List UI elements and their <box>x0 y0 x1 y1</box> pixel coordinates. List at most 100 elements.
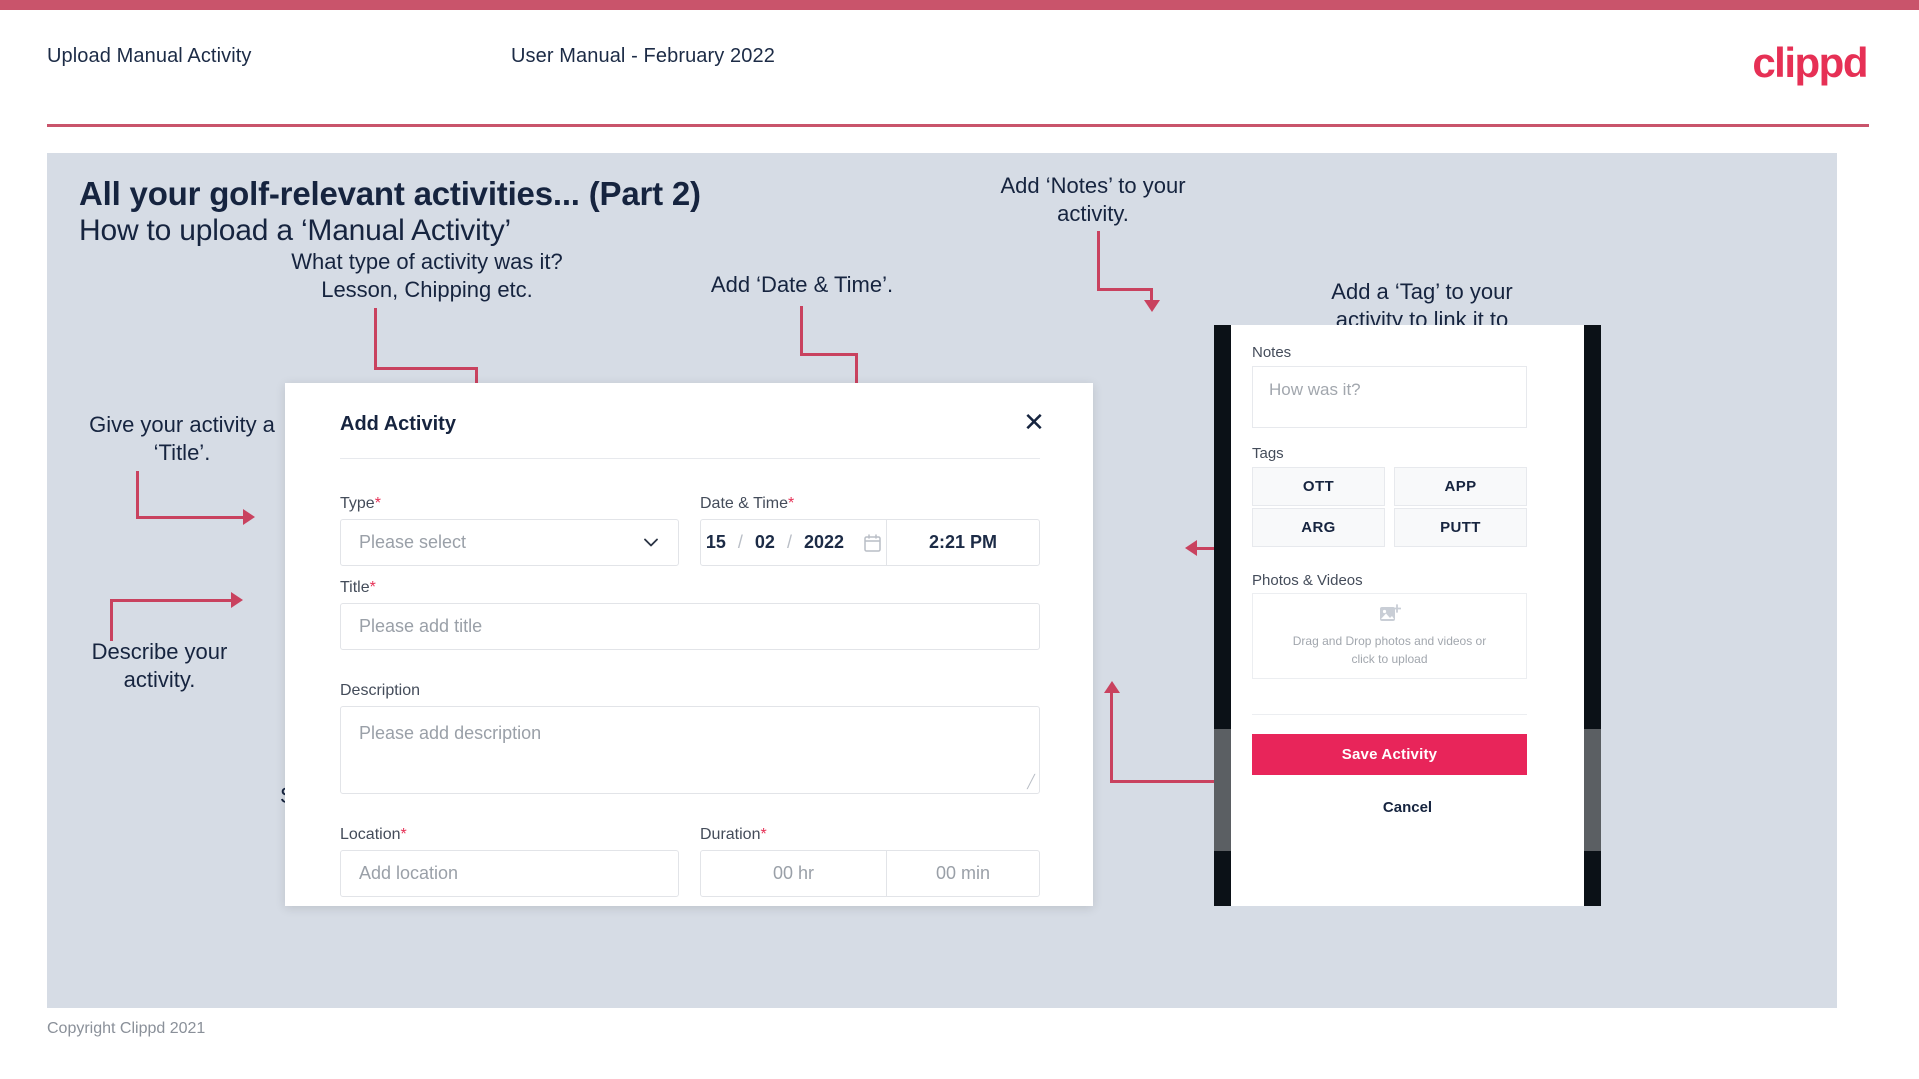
duration-minutes-placeholder: 00 min <box>935 863 990 883</box>
date-month: 02 <box>754 532 775 552</box>
dialog-title: Add Activity <box>340 413 456 435</box>
annotation-description: Describe your activity. <box>91 639 228 693</box>
tag-label-app: APP <box>1444 478 1477 495</box>
location-input[interactable]: Add location <box>340 850 679 897</box>
title-field-label: Title* <box>340 579 376 597</box>
duration-hours-placeholder: 00 hr <box>772 863 814 883</box>
save-activity-label: Save Activity <box>1341 746 1438 763</box>
time-value: 2:21 PM <box>928 532 997 552</box>
phone-screen: Notes How was it? Tags OTT APP ARG PUTT … <box>1231 325 1584 906</box>
connector-type-h <box>374 367 478 370</box>
date-sep-1: / <box>737 532 743 552</box>
datetime-group: 15 / 02 / 2022 2:21 PM <box>700 519 1040 566</box>
date-year: 2022 <box>803 532 845 552</box>
connector-notes-v1 <box>1097 231 1100 291</box>
arrow-upload <box>1185 540 1197 556</box>
annotation-datetime: Add ‘Date & Time’. <box>710 272 894 297</box>
notes-textarea[interactable]: How was it? <box>1252 366 1527 428</box>
add-image-icon <box>1379 604 1401 621</box>
tag-button-arg[interactable]: ARG <box>1252 508 1385 547</box>
connector-notes-h <box>1097 288 1153 291</box>
type-select-placeholder: Please select <box>359 532 467 552</box>
location-required-mark: * <box>400 826 407 843</box>
tag-button-app[interactable]: APP <box>1394 467 1527 506</box>
dropzone-text: Drag and Drop photos and videos or click… <box>1293 632 1486 668</box>
add-activity-dialog: Add Activity ✕ Type* Please select Date … <box>285 383 1093 906</box>
title-input[interactable]: Please add title <box>340 603 1040 650</box>
phone-mockup: Notes How was it? Tags OTT APP ARG PUTT … <box>1214 325 1601 906</box>
copyright-footer: Copyright Clippd 2021 <box>47 1020 206 1037</box>
location-placeholder: Add location <box>359 863 459 883</box>
title-label-text: Title <box>340 579 370 596</box>
date-day: 15 <box>705 532 726 552</box>
arrow-title <box>243 509 255 525</box>
connector-type-v1 <box>374 308 377 370</box>
arrow-save-cancel <box>1104 681 1120 693</box>
duration-group: 00 hr 00 min <box>700 850 1040 897</box>
description-label-text: Description <box>340 682 421 699</box>
header-divider <box>47 124 1869 127</box>
tag-label-ott: OTT <box>1302 478 1335 495</box>
calendar-icon[interactable] <box>864 533 881 552</box>
photo-dropzone[interactable]: Drag and Drop photos and videos or click… <box>1252 593 1527 679</box>
clippd-logo: clippd <box>1752 39 1868 86</box>
time-input[interactable]: 2:21 PM <box>887 520 1039 565</box>
dropzone-text-line1: Drag and Drop photos and videos or <box>1292 634 1487 648</box>
annotation-title: Give your activity a ‘Title’. <box>89 412 275 466</box>
duration-field-label: Duration* <box>700 826 767 844</box>
photos-videos-label: Photos & Videos <box>1252 572 1363 589</box>
page-subtitle: How to upload a ‘Manual Activity’ <box>79 214 511 247</box>
notes-placeholder: How was it? <box>1269 380 1361 399</box>
connector-desc-v <box>110 599 113 641</box>
connector-sc-v <box>1110 693 1113 783</box>
close-icon[interactable]: ✕ <box>1021 409 1047 435</box>
top-accent-bar <box>0 0 1919 10</box>
location-label-text: Location <box>340 826 401 843</box>
description-field-label: Description <box>340 682 420 700</box>
connector-desc-h <box>110 599 234 602</box>
connector-title-v <box>136 471 139 519</box>
annotation-notes: Add ‘Notes’ to your activity. <box>1000 173 1186 227</box>
description-textarea[interactable]: Please add description ╱ <box>340 706 1040 794</box>
phone-button-right <box>1584 729 1601 851</box>
tags-label: Tags <box>1252 445 1284 462</box>
resize-grip-icon[interactable]: ╱ <box>1027 774 1035 790</box>
header-manual-title: User Manual - February 2022 <box>511 45 775 67</box>
date-input[interactable]: 15 / 02 / 2022 <box>701 520 886 565</box>
tag-button-putt[interactable]: PUTT <box>1394 508 1527 547</box>
cancel-button[interactable]: Cancel <box>1231 799 1584 816</box>
date-sep-2: / <box>786 532 792 552</box>
type-field-label: Type* <box>340 495 381 513</box>
type-label-text: Type <box>340 495 375 512</box>
dropzone-text-line2: click to upload <box>1351 652 1428 666</box>
dialog-divider <box>340 458 1040 459</box>
notes-label: Notes <box>1252 344 1292 361</box>
phone-divider <box>1252 714 1527 715</box>
connector-dt-v1 <box>800 306 803 356</box>
save-activity-button[interactable]: Save Activity <box>1252 734 1527 775</box>
annotation-type: What type of activity was it? Lesson, Ch… <box>291 249 563 303</box>
datetime-field-label: Date & Time* <box>700 495 794 513</box>
duration-minutes-input[interactable]: 00 min <box>887 851 1039 896</box>
arrow-description <box>231 592 243 608</box>
chevron-down-icon <box>644 538 658 546</box>
duration-label-text: Duration <box>700 826 761 843</box>
title-input-placeholder: Please add title <box>359 616 483 636</box>
type-required-mark: * <box>374 495 381 512</box>
tag-button-ott[interactable]: OTT <box>1252 467 1385 506</box>
description-placeholder: Please add description <box>359 723 542 743</box>
title-required-mark: * <box>369 579 376 596</box>
location-field-label: Location* <box>340 826 407 844</box>
phone-button-left <box>1214 729 1231 851</box>
duration-hours-input[interactable]: 00 hr <box>701 851 886 896</box>
type-select[interactable]: Please select <box>340 519 679 566</box>
connector-dt-h <box>800 353 858 356</box>
tag-label-putt: PUTT <box>1440 519 1481 536</box>
connector-title-h <box>136 516 246 519</box>
cancel-label: Cancel <box>1382 799 1433 816</box>
header-doc-title: Upload Manual Activity <box>47 45 252 67</box>
tag-label-arg: ARG <box>1301 519 1336 536</box>
datetime-label-text: Date & Time <box>700 495 789 512</box>
datetime-required-mark: * <box>788 495 795 512</box>
duration-required-mark: * <box>760 826 767 843</box>
